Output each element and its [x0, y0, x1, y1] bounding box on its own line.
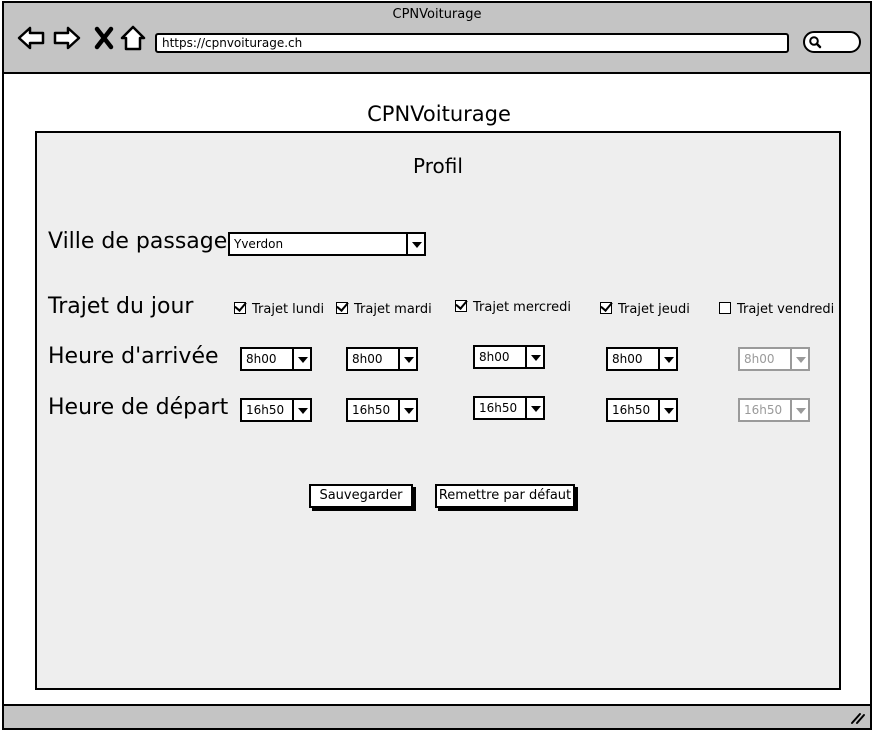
day-label: Trajet jeudi	[618, 302, 690, 317]
departure-select-wednesday[interactable]: 16h50	[473, 396, 545, 420]
departure-select-monday[interactable]: 16h50	[240, 398, 312, 422]
back-arrow-icon[interactable]	[16, 23, 46, 53]
departure-select-thursday[interactable]: 16h50	[606, 398, 678, 422]
day-label: Trajet lundi	[252, 302, 325, 317]
window-title: CPNVoiturage	[392, 7, 482, 22]
departure-value: 16h50	[479, 401, 518, 415]
home-icon[interactable]	[118, 23, 148, 53]
search-icon	[809, 36, 822, 49]
departure-select-tuesday[interactable]: 16h50	[346, 398, 418, 422]
browser-toolbar: CPNVoiturage https://cpnvoiturage.ch	[4, 3, 870, 74]
departure-value: 16h50	[744, 403, 783, 417]
checkbox-icon[interactable]	[600, 302, 612, 314]
checkbox-icon[interactable]	[234, 302, 246, 314]
arrival-value: 8h00	[246, 352, 277, 366]
reset-default-button[interactable]: Remettre par défaut	[435, 484, 575, 508]
arrival-select-friday[interactable]: 8h00	[738, 347, 810, 371]
profile-panel: Profil Ville de passage Yverdon Trajet d…	[35, 131, 841, 690]
arrival-label: Heure d'arrivée	[48, 344, 219, 369]
arrival-value: 8h00	[352, 352, 383, 366]
search-box[interactable]	[803, 31, 861, 53]
save-button[interactable]: Sauvegarder	[309, 484, 413, 508]
departure-label: Heure de départ	[48, 395, 229, 420]
browser-window: CPNVoiturage https://cpnvoiturage.ch CPN…	[2, 1, 872, 730]
chevron-down-icon	[292, 349, 310, 369]
day-checkbox-wednesday[interactable]: Trajet mercredi	[455, 300, 571, 315]
resize-grip-icon[interactable]	[850, 711, 866, 725]
departure-value: 16h50	[352, 403, 391, 417]
daily-trip-label: Trajet du jour	[48, 294, 194, 319]
arrival-value: 8h00	[744, 352, 775, 366]
chevron-down-icon	[658, 400, 676, 420]
forward-arrow-icon[interactable]	[52, 23, 82, 53]
arrival-select-thursday[interactable]: 8h00	[606, 347, 678, 371]
chevron-down-icon	[398, 349, 416, 369]
page-title: CPNVoiturage	[367, 102, 511, 126]
day-checkbox-thursday[interactable]: Trajet jeudi	[600, 302, 690, 317]
arrival-select-tuesday[interactable]: 8h00	[346, 347, 418, 371]
chevron-down-icon	[790, 349, 808, 369]
checkbox-icon[interactable]	[336, 302, 348, 314]
day-checkbox-friday[interactable]: Trajet vendredi	[719, 302, 834, 317]
departure-value: 16h50	[246, 403, 285, 417]
close-icon[interactable]	[90, 23, 120, 53]
arrival-select-monday[interactable]: 8h00	[240, 347, 312, 371]
city-select[interactable]: Yverdon	[228, 232, 426, 256]
day-checkbox-monday[interactable]: Trajet lundi	[234, 302, 324, 317]
checkbox-icon[interactable]	[719, 302, 731, 314]
chevron-down-icon	[790, 400, 808, 420]
panel-title: Profil	[413, 154, 463, 178]
chevron-down-icon	[525, 398, 543, 418]
chevron-down-icon	[406, 234, 424, 254]
day-label: Trajet vendredi	[737, 302, 835, 317]
day-checkbox-tuesday[interactable]: Trajet mardi	[336, 302, 432, 317]
arrival-value: 8h00	[479, 350, 510, 364]
checkbox-icon[interactable]	[455, 300, 467, 312]
chevron-down-icon	[398, 400, 416, 420]
arrival-select-wednesday[interactable]: 8h00	[473, 345, 545, 369]
arrival-value: 8h00	[612, 352, 643, 366]
chevron-down-icon	[525, 347, 543, 367]
day-label: Trajet mardi	[354, 302, 432, 317]
departure-select-friday[interactable]: 16h50	[738, 398, 810, 422]
day-label: Trajet mercredi	[473, 300, 571, 315]
city-select-value: Yverdon	[234, 237, 284, 251]
departure-value: 16h50	[612, 403, 651, 417]
city-label: Ville de passage	[48, 229, 228, 254]
chevron-down-icon	[658, 349, 676, 369]
url-bar[interactable]: https://cpnvoiturage.ch	[155, 33, 789, 53]
chevron-down-icon	[292, 400, 310, 420]
status-bar	[4, 704, 870, 728]
